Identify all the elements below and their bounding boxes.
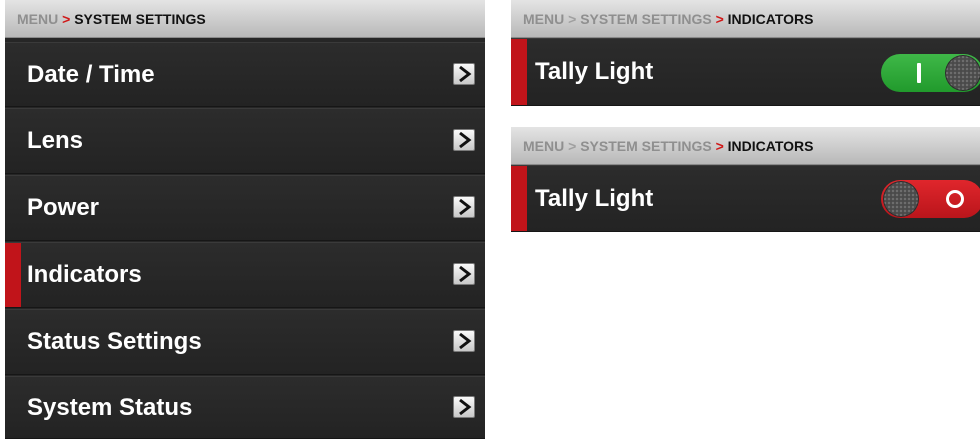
tally-light-toggle[interactable]: [881, 180, 980, 218]
setting-label: Tally Light: [535, 58, 654, 85]
breadcrumb-current: INDICATORS: [727, 11, 814, 27]
setting-row-tally-light[interactable]: Tally Light: [511, 165, 980, 232]
menu-item-label: System Status: [27, 393, 193, 421]
indicators-panel-on: MENU > SYSTEM SETTINGS > INDICATORS Tall…: [511, 0, 980, 106]
breadcrumb-parent[interactable]: SYSTEM SETTINGS: [580, 138, 711, 154]
system-settings-menu: MENU > SYSTEM SETTINGS Date / Time Lens …: [5, 0, 485, 439]
menu-item-status-settings[interactable]: Status Settings: [5, 309, 485, 375]
breadcrumb-separator: >: [568, 11, 577, 27]
menu-item-label: Indicators: [27, 261, 142, 288]
menu-item-power[interactable]: Power: [5, 175, 485, 241]
breadcrumb-menu[interactable]: MENU: [523, 138, 564, 154]
toggle-knob-icon[interactable]: [883, 181, 919, 217]
setting-row-tally-light[interactable]: Tally Light: [511, 38, 980, 106]
menu-item-lens[interactable]: Lens: [5, 108, 485, 174]
menu-item-label: Date / Time: [27, 60, 155, 88]
breadcrumb-separator: >: [715, 138, 724, 154]
selected-indicator: [5, 243, 21, 307]
chevron-right-icon[interactable]: [453, 196, 475, 218]
breadcrumb: MENU > SYSTEM SETTINGS > INDICATORS: [511, 127, 980, 165]
off-glyph-icon: [946, 190, 964, 208]
breadcrumb: MENU > SYSTEM SETTINGS: [5, 0, 485, 38]
breadcrumb-separator: >: [568, 138, 577, 154]
selected-indicator: [511, 166, 527, 231]
breadcrumb-current: INDICATORS: [727, 138, 814, 154]
menu-item-label: Power: [27, 194, 100, 221]
breadcrumb-menu[interactable]: MENU: [17, 11, 58, 27]
chevron-right-icon[interactable]: [453, 129, 475, 151]
breadcrumb-current: SYSTEM SETTINGS: [74, 11, 206, 27]
setting-label: Tally Light: [535, 184, 654, 212]
toggle-knob-icon[interactable]: [945, 55, 980, 91]
tally-light-toggle[interactable]: [881, 54, 980, 92]
chevron-right-icon[interactable]: [453, 330, 475, 352]
breadcrumb-menu[interactable]: MENU: [523, 11, 564, 27]
chevron-right-icon[interactable]: [453, 263, 475, 285]
chevron-right-icon[interactable]: [453, 62, 475, 85]
menu-item-indicators[interactable]: Indicators: [5, 242, 485, 308]
menu-item-label: Lens: [27, 127, 84, 154]
menu-item-system-status[interactable]: System Status: [5, 376, 485, 439]
breadcrumb-parent[interactable]: SYSTEM SETTINGS: [580, 11, 711, 27]
indicators-panel-off: MENU > SYSTEM SETTINGS > INDICATORS Tall…: [511, 127, 980, 232]
breadcrumb-separator: >: [715, 11, 724, 27]
on-glyph-icon: [917, 63, 921, 83]
chevron-right-icon[interactable]: [453, 395, 475, 418]
breadcrumb: MENU > SYSTEM SETTINGS > INDICATORS: [511, 0, 980, 38]
breadcrumb-separator: >: [62, 11, 71, 27]
selected-indicator: [511, 39, 527, 105]
menu-item-label: Status Settings: [27, 328, 202, 355]
menu-item-date-time[interactable]: Date / Time: [5, 42, 485, 107]
